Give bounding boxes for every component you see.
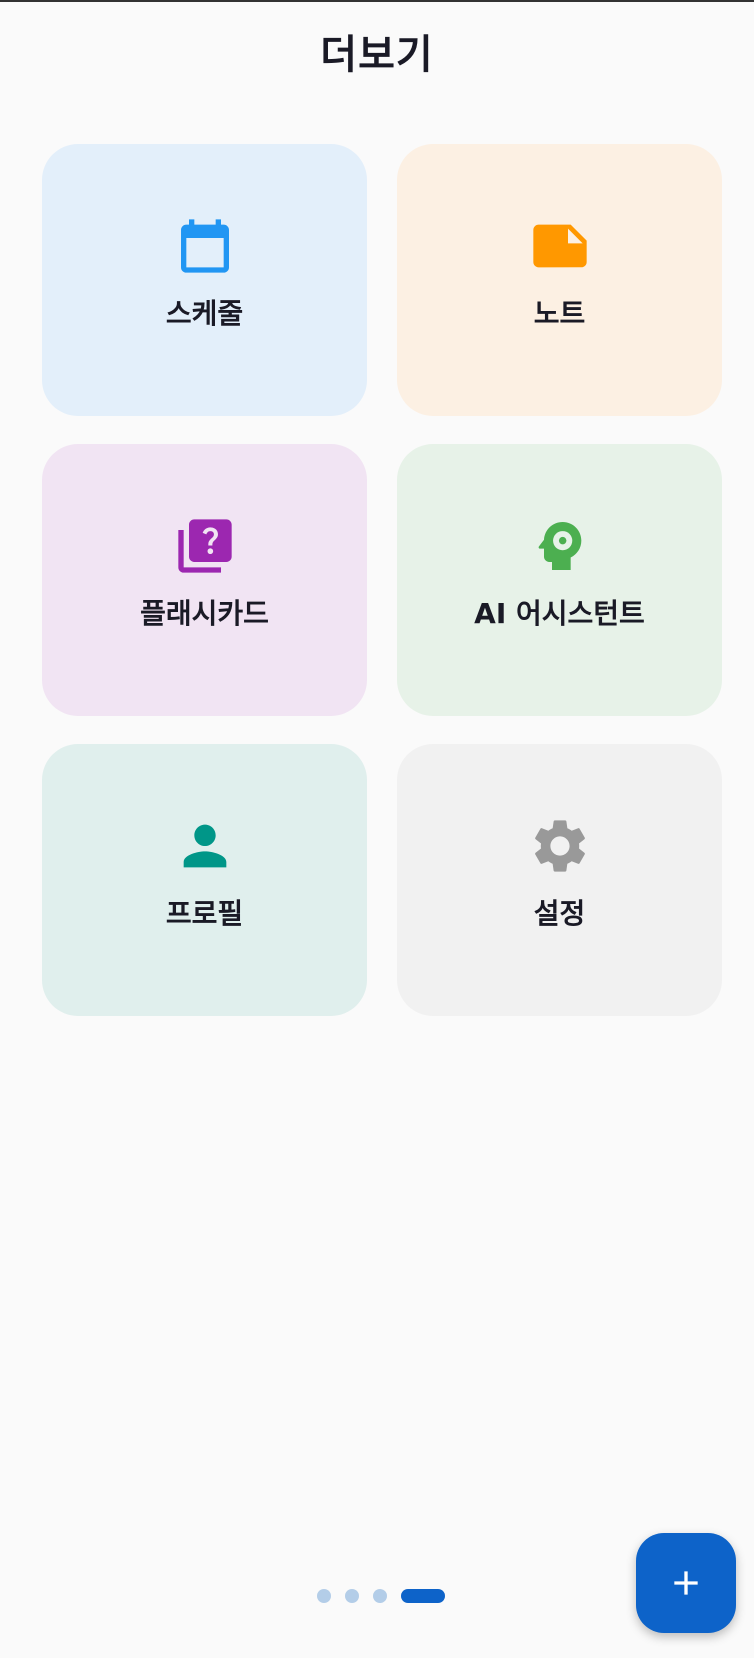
tile-profile[interactable]: 프로필 [42,744,367,1016]
quiz-icon [173,514,237,578]
calendar-icon [173,214,237,278]
tile-ai-assistant[interactable]: AI 어시스턴트 [397,444,722,716]
tile-label-ai-assistant: AI 어시스턴트 [474,597,645,630]
tile-label-schedule: 스케줄 [165,297,244,330]
note-icon [528,214,592,278]
person-icon [173,814,237,878]
tile-schedule[interactable]: 스케줄 [42,144,367,416]
tile-label-note: 노트 [533,297,586,330]
tile-settings[interactable]: 설정 [397,744,722,1016]
status-divider [0,0,754,2]
psychology-icon [528,514,592,578]
page-dot-2[interactable] [345,1589,359,1603]
menu-grid: 스케줄 노트 플래시카드 AI 어시스턴트 프로필 설정 [42,144,722,1016]
page-dot-3[interactable] [373,1589,387,1603]
tile-note[interactable]: 노트 [397,144,722,416]
gear-icon [528,814,592,878]
page-dot-1[interactable] [317,1589,331,1603]
add-fab-button[interactable] [636,1533,736,1633]
tile-flashcard[interactable]: 플래시카드 [42,444,367,716]
tile-label-flashcard: 플래시카드 [140,597,269,630]
tile-label-profile: 프로필 [165,897,244,930]
page-dot-4-active[interactable] [401,1589,445,1603]
page-title: 더보기 [320,32,434,78]
page-indicator [317,1589,445,1603]
plus-icon [666,1563,706,1603]
tile-label-settings: 설정 [533,897,586,930]
